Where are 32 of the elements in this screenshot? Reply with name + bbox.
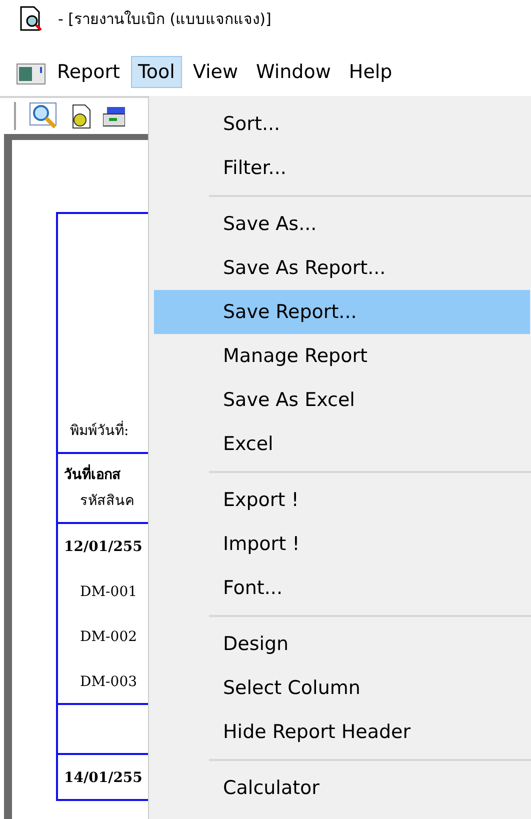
column-header: รหัสสินค (79, 492, 135, 511)
menu-item[interactable]: Save As... (154, 202, 530, 246)
menu-item[interactable]: Report (50, 56, 127, 88)
search-icon[interactable] (29, 102, 59, 130)
menu-item[interactable]: View (186, 56, 245, 88)
menu-item[interactable]: Calculator (154, 766, 530, 810)
column-header: วันที่เอกส (58, 462, 148, 488)
document-date: 14/01/255 (63, 769, 144, 788)
menu-item[interactable]: Design (154, 622, 530, 666)
menu-item[interactable]: Font... (154, 566, 530, 610)
app-icon[interactable] (16, 63, 46, 85)
product-code: DM-001 (79, 583, 138, 602)
menu-item[interactable]: Manage Report (154, 334, 530, 378)
window-title: - [รายงานใบเบิก (แบบแจกแจง)] (58, 9, 272, 30)
document-date: 12/01/255 (63, 538, 144, 557)
menu-item[interactable]: Window (248, 56, 338, 88)
print-date-label: พิมพ์วันที่: (64, 418, 129, 444)
product-code: DM-002 (79, 628, 138, 647)
menu-item[interactable]: Select Column (154, 666, 530, 710)
menu-item[interactable]: Help (342, 56, 400, 88)
product-code: DM-003 (79, 673, 138, 692)
menu-item[interactable]: Import ! (154, 522, 530, 566)
menu-item[interactable]: Save As Report... (154, 246, 530, 290)
menu-item[interactable]: Save Report... (154, 290, 530, 334)
menu-item[interactable]: Filter... (154, 146, 530, 190)
menu-item[interactable]: Save As Excel (154, 378, 530, 422)
menu-item[interactable]: Excel (154, 422, 530, 466)
menu-item[interactable]: Sort... (154, 102, 530, 146)
report-preview-icon (18, 6, 44, 32)
menu-item[interactable]: Hide Report Header (154, 710, 530, 754)
menu-item[interactable]: Export ! (154, 478, 530, 522)
menu-item[interactable]: Tool (130, 56, 182, 88)
